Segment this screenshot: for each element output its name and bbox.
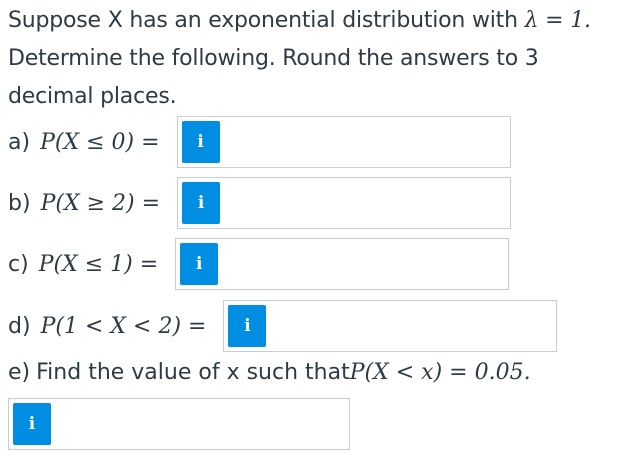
part-d-answer-field: i (223, 300, 558, 352)
info-icon: i (197, 132, 204, 152)
part-e-answer-input[interactable] (51, 399, 349, 449)
part-e-expression: P(X < x) = 0.05. (349, 360, 531, 385)
part-e-info-button[interactable]: i (13, 403, 51, 445)
part-a-expression: P(X ≤ 0) = (40, 129, 160, 155)
part-d-answer-input[interactable] (266, 301, 557, 351)
part-d-expression: P(1 < X < 2) = (40, 313, 207, 339)
part-b-answer-input[interactable] (220, 178, 511, 228)
part-c-letter: c) (8, 251, 29, 277)
part-e-answer-field: i (8, 398, 350, 450)
info-icon: i (195, 254, 203, 274)
part-e-letter: e) (8, 360, 31, 385)
lambda-expression: λ = 1. (524, 8, 591, 33)
info-icon: i (28, 414, 36, 434)
question-line-3: decimal places. (8, 84, 177, 109)
question-text: Suppose X has an exponential distributio… (8, 2, 633, 116)
part-c-info-button[interactable]: i (180, 243, 219, 285)
part-a-answer-input[interactable] (219, 117, 510, 167)
part-b-answer-field: i (177, 177, 512, 229)
part-b-expression: P(X ≥ 2) = (40, 190, 161, 216)
part-e-answer-row: i (8, 398, 350, 450)
part-d-info-button[interactable]: i (228, 305, 267, 347)
question-line-1: Suppose X has an exponential distributio… (8, 2, 633, 40)
part-a-answer-field: i (176, 116, 511, 168)
question-line-1-text: Suppose X has an exponential distributio… (8, 8, 525, 33)
part-a-row: a) P(X ≤ 0) = i (8, 116, 511, 168)
info-icon: i (197, 193, 205, 213)
part-e-text: Find the value of x such that (36, 360, 350, 385)
part-d-row: d) P(1 < X < 2) = i (8, 300, 558, 352)
part-c-row: c) P(X ≤ 1) = i (8, 238, 510, 290)
question-line-2: Determine the following. Round the answe… (8, 46, 539, 71)
part-c-answer-field: i (175, 238, 510, 290)
part-e-row: e) Find the value of x such that P(X < x… (8, 360, 531, 385)
part-b-letter: b) (8, 190, 31, 216)
part-c-answer-input[interactable] (218, 239, 509, 289)
info-icon: i (244, 316, 251, 336)
part-b-row: b) P(X ≥ 2) = i (8, 177, 512, 229)
part-b-info-button[interactable]: i (182, 182, 221, 224)
part-a-letter: a) (8, 129, 31, 155)
part-d-letter: d) (8, 313, 31, 339)
part-c-expression: P(X ≤ 1) = (38, 251, 159, 277)
part-a-info-button[interactable]: i (181, 121, 220, 163)
